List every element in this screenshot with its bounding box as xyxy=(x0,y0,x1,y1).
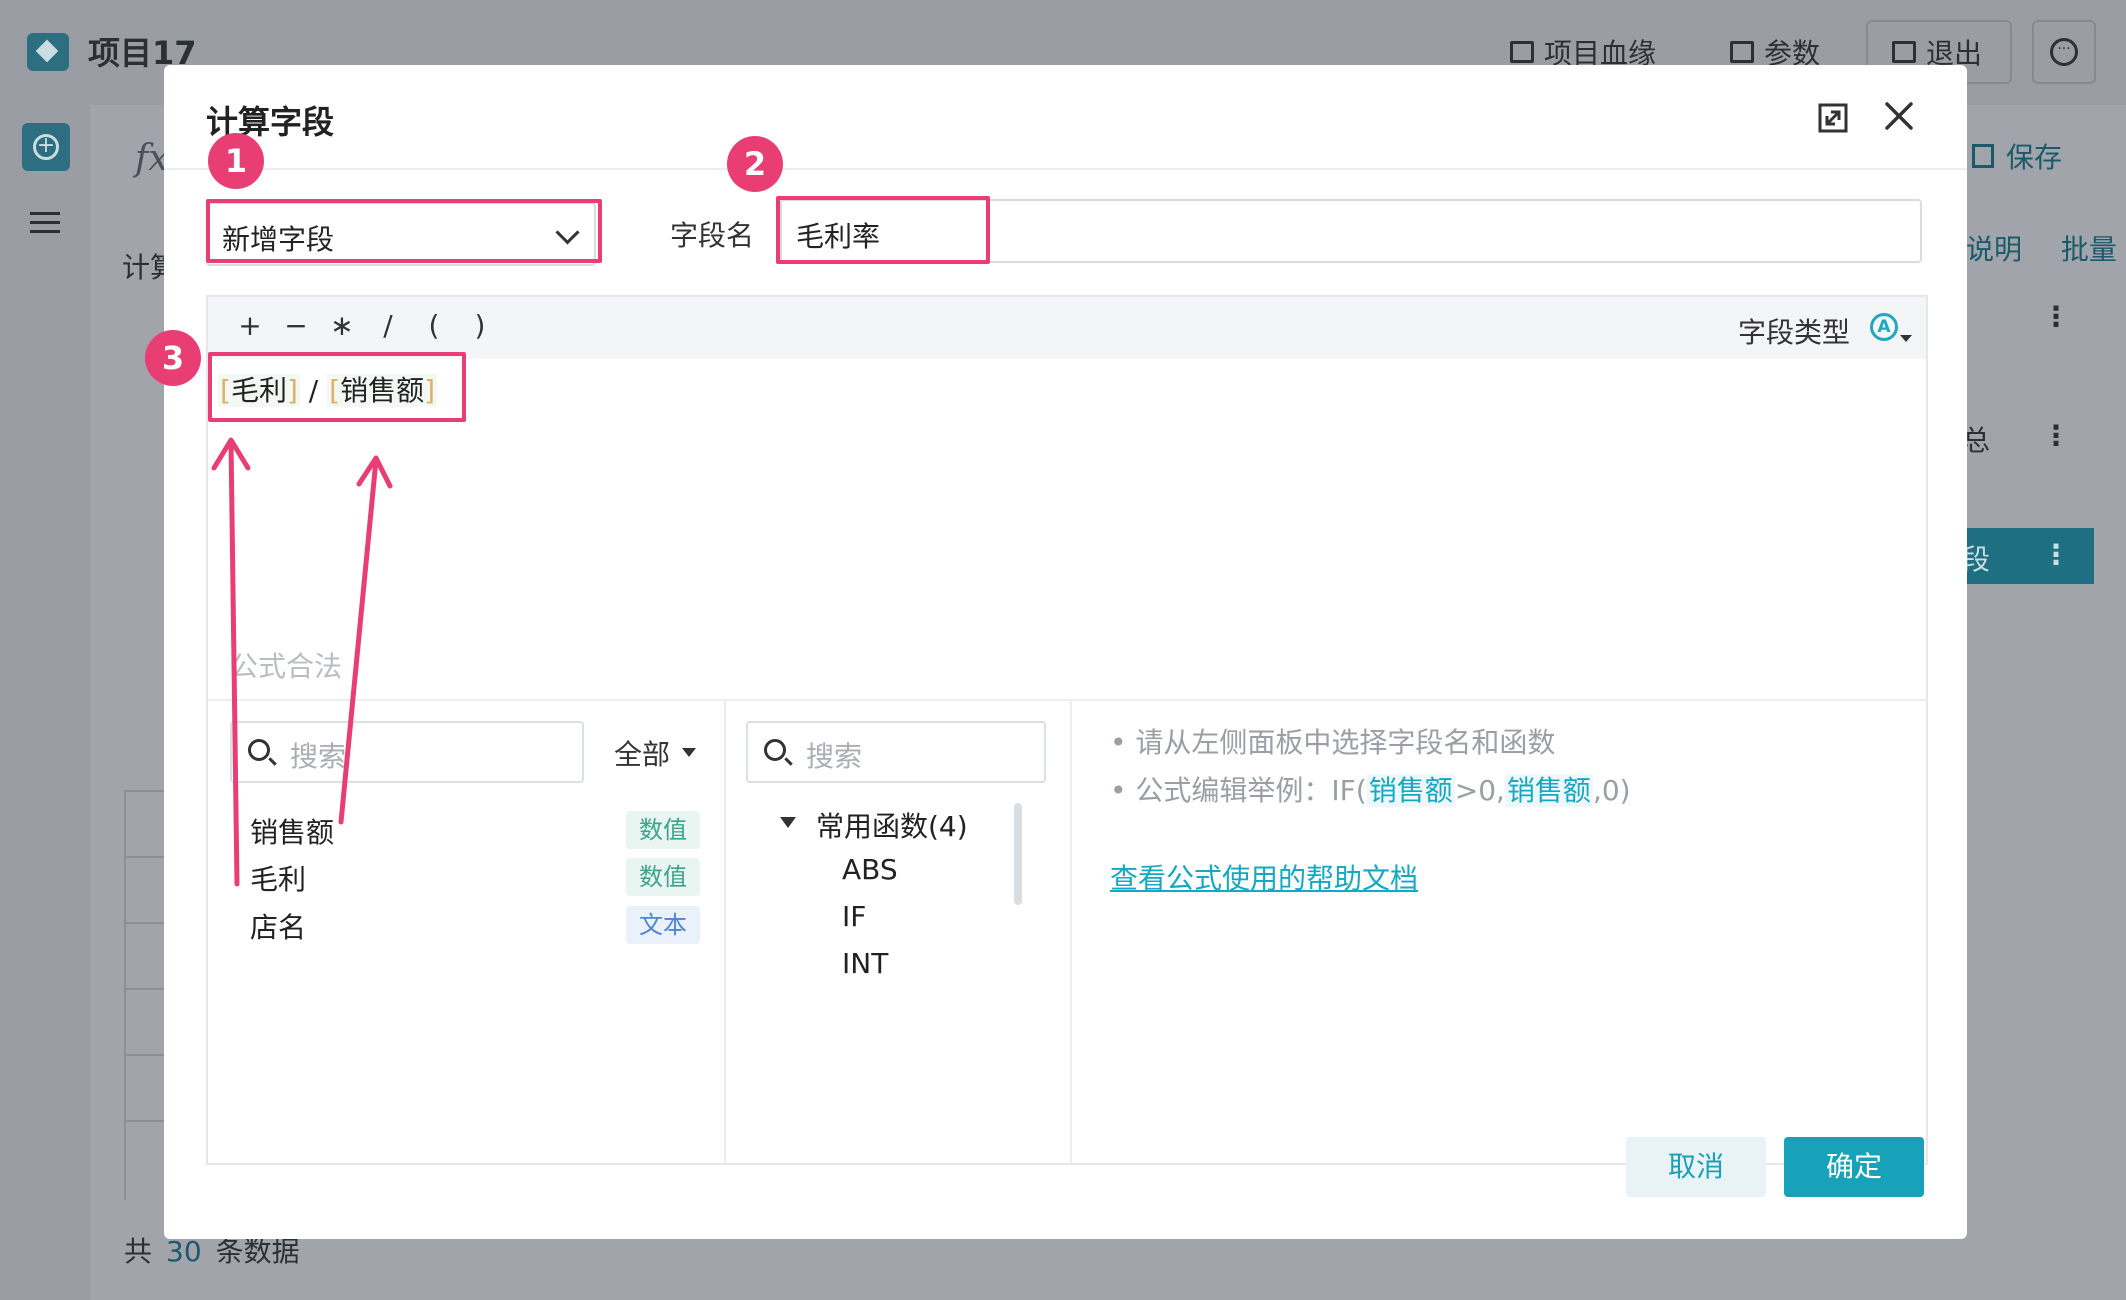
function-group[interactable]: 常用函数(4) xyxy=(816,805,968,845)
annotation-box-2 xyxy=(776,196,990,264)
annotation-box-3 xyxy=(208,352,466,422)
list-icon[interactable] xyxy=(30,212,60,238)
app-logo-icon xyxy=(27,33,69,71)
function-item-if[interactable]: IF xyxy=(842,900,866,933)
caret-down-icon[interactable] xyxy=(682,748,696,757)
bg-list-item[interactable]: 总 ⋮ xyxy=(1960,409,2094,465)
op-minus[interactable]: − xyxy=(276,309,316,342)
help-example-mid: >0, xyxy=(1454,774,1505,807)
field-search-input[interactable]: 搜索 xyxy=(230,721,584,783)
op-multiply[interactable]: ∗ xyxy=(322,309,362,342)
field-type-icon[interactable]: A xyxy=(1870,313,1898,341)
collapse-triangle-icon[interactable] xyxy=(780,817,796,828)
caret-down-icon[interactable] xyxy=(1900,335,1912,342)
bg-link-batch[interactable]: 批量 xyxy=(2061,233,2117,266)
confirm-button[interactable]: 确定 xyxy=(1784,1137,1924,1197)
function-item-abs[interactable]: ABS xyxy=(842,853,898,886)
bg-links[interactable]: 说明 批量 xyxy=(1966,228,2117,268)
formula-validity: 公式合法 xyxy=(230,650,343,683)
search-icon xyxy=(764,739,786,761)
op-plus[interactable]: + xyxy=(230,309,270,342)
exit-icon xyxy=(1892,41,1916,63)
footer-count: 30 xyxy=(166,1235,202,1268)
bg-save-label: 保存 xyxy=(2006,141,2063,174)
close-icon[interactable] xyxy=(1882,99,1916,133)
editor-divider xyxy=(208,699,1926,701)
kebab-icon[interactable]: ⋮ xyxy=(2042,538,2070,571)
left-rail xyxy=(0,105,90,1300)
formula-editor: + − ∗ / ( ) 字段类型 A [毛利] / [销售额] 公式合法 搜索 … xyxy=(206,295,1928,1165)
more-icon: ··· xyxy=(2050,38,2078,66)
field-item-gross-profit[interactable]: 毛利 xyxy=(250,858,306,898)
lineage-icon xyxy=(1510,41,1534,63)
add-icon[interactable]: + xyxy=(22,123,70,171)
footer-prefix: 共 xyxy=(124,1235,153,1268)
dialog-divider xyxy=(164,168,1967,170)
field-type-label: 字段类型 xyxy=(1738,316,1851,349)
op-divide[interactable]: / xyxy=(368,309,408,342)
bg-link-explain[interactable]: 说明 xyxy=(1966,233,2022,266)
field-name-label: 字段名 xyxy=(670,219,755,252)
expand-icon[interactable] xyxy=(1818,103,1848,133)
type-tag-number: 数值 xyxy=(626,811,700,849)
more-button[interactable]: ··· xyxy=(2032,20,2096,84)
help-example-prefix: • 公式编辑举例：IF( xyxy=(1110,774,1367,807)
bg-list-item-active[interactable]: 段 ⋮ xyxy=(1960,528,2094,584)
function-item-int[interactable]: INT xyxy=(842,947,888,980)
function-scrollbar[interactable] xyxy=(1014,803,1022,905)
help-tip-example: • 公式编辑举例：IF(销售额>0,销售额,0) xyxy=(1110,769,1631,809)
annotation-badge-1: 1 xyxy=(208,133,264,189)
help-example-field: 销售额 xyxy=(1504,774,1593,807)
field-item-store-name[interactable]: 店名 xyxy=(250,906,306,946)
column-divider xyxy=(724,701,726,1163)
annotation-badge-2: 2 xyxy=(727,136,783,192)
bg-save-button[interactable]: 保存 xyxy=(1972,136,2062,176)
kebab-icon[interactable]: ⋮ xyxy=(2042,300,2070,333)
help-example-field: 销售额 xyxy=(1366,774,1455,807)
op-close-paren[interactable]: ) xyxy=(460,309,500,342)
bg-table xyxy=(124,790,166,1200)
params-icon xyxy=(1730,41,1754,63)
operator-bar: + − ∗ / ( ) 字段类型 A xyxy=(208,297,1926,359)
column-divider xyxy=(1070,701,1072,1163)
save-icon xyxy=(1972,144,1994,168)
help-doc-link[interactable]: 查看公式使用的帮助文档 xyxy=(1110,857,1418,897)
field-search-placeholder: 搜索 xyxy=(290,740,347,773)
function-search-input[interactable]: 搜索 xyxy=(746,721,1046,783)
cancel-button[interactable]: 取消 xyxy=(1626,1137,1766,1197)
type-tag-text: 文本 xyxy=(626,906,700,944)
field-item-sales[interactable]: 销售额 xyxy=(250,811,334,851)
annotation-badge-3: 3 xyxy=(145,330,201,386)
annotation-box-1 xyxy=(206,199,602,263)
function-search-placeholder: 搜索 xyxy=(806,740,863,773)
help-example-suffix: ,0) xyxy=(1592,774,1631,807)
field-filter-dropdown[interactable]: 全部 xyxy=(614,733,670,773)
type-tag-number: 数值 xyxy=(626,858,700,896)
bg-list-item[interactable]: ⋮ xyxy=(1960,290,2094,346)
search-icon xyxy=(248,739,270,761)
footer-suffix: 条数据 xyxy=(215,1235,300,1268)
op-open-paren[interactable]: ( xyxy=(414,309,454,342)
help-tip-select: • 请从左侧面板中选择字段名和函数 xyxy=(1110,726,1556,759)
kebab-icon[interactable]: ⋮ xyxy=(2042,419,2070,452)
